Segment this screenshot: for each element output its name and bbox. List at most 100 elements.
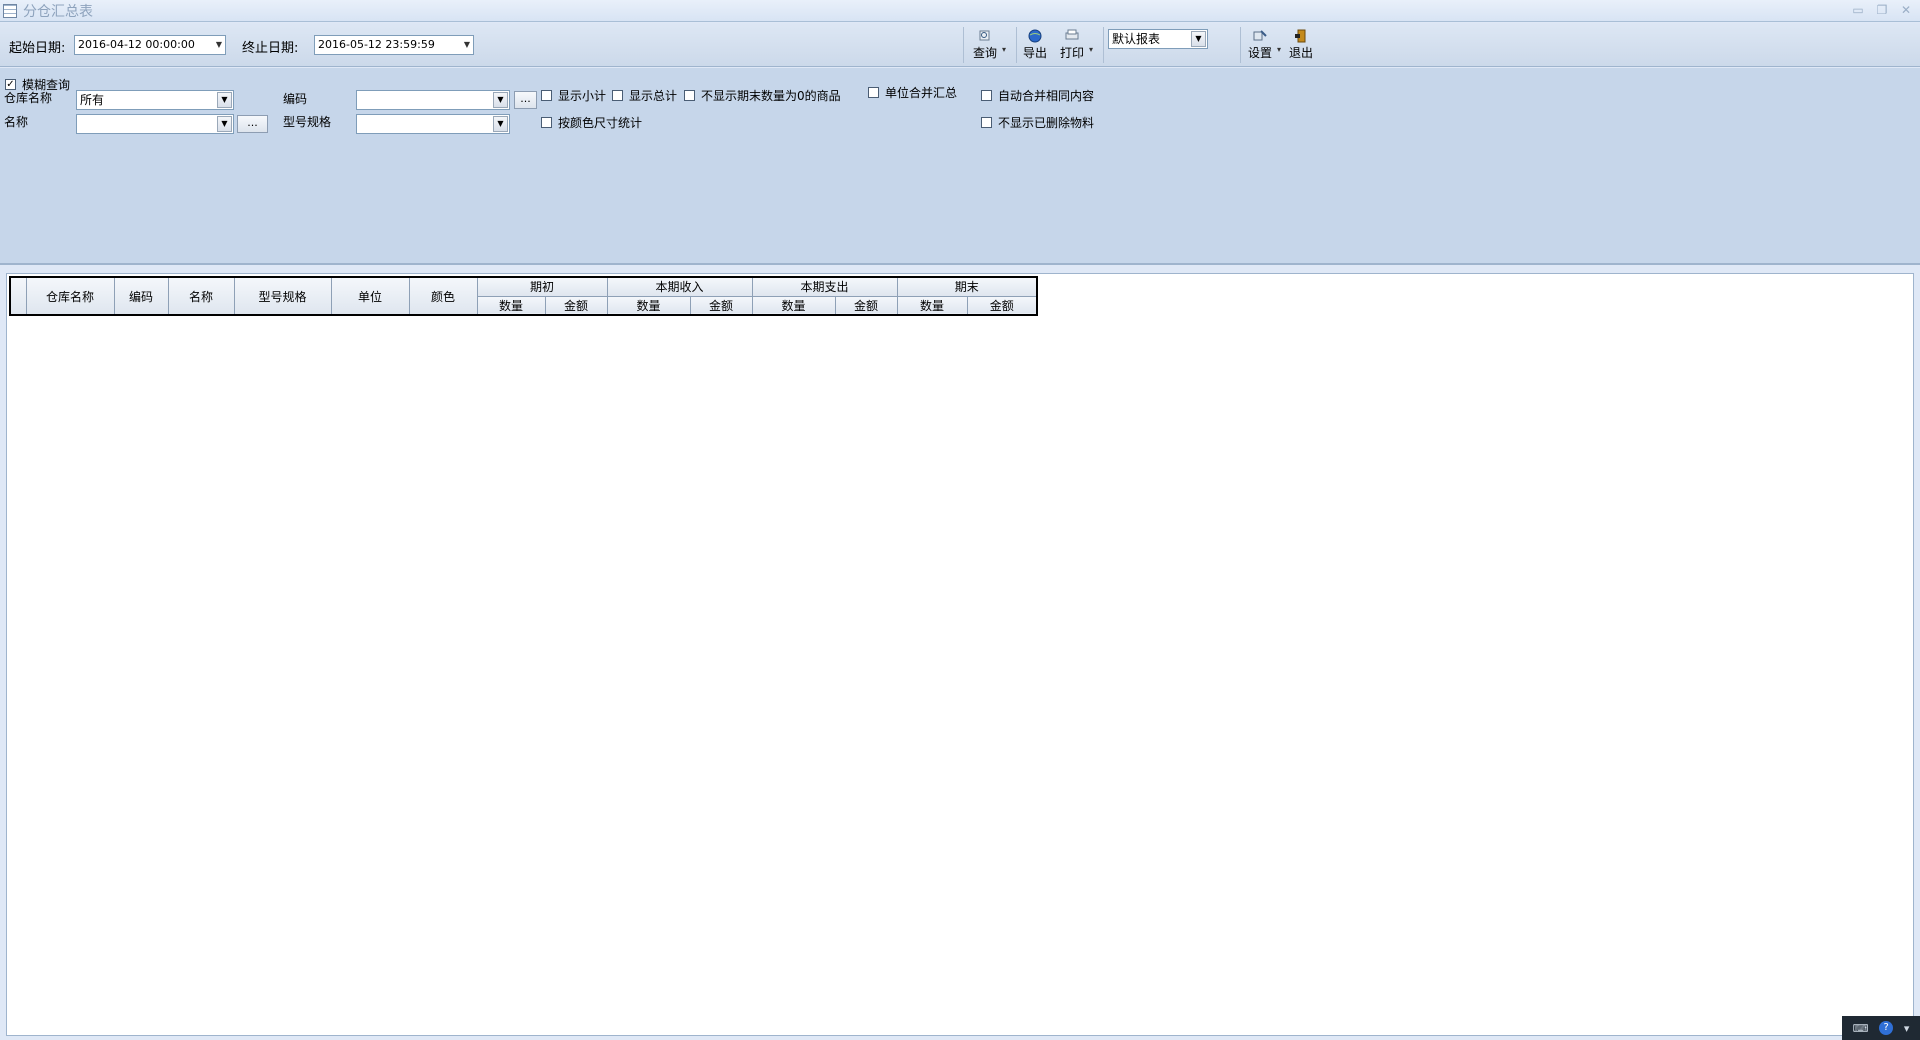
row-indicator-header[interactable] [9, 276, 27, 316]
hide-deleted-materials-checkbox[interactable]: 不显示已删除物料 [981, 114, 1094, 131]
chevron-down-icon[interactable]: ▼ [217, 116, 232, 132]
show-total-checkbox[interactable]: 显示总计 [612, 87, 677, 104]
minimize-icon[interactable]: ▭ [1850, 2, 1866, 18]
checkbox-icon[interactable] [541, 90, 552, 101]
toolbar-separator [963, 27, 964, 63]
show-subtotal-checkbox[interactable]: 显示小计 [541, 87, 606, 104]
query-button[interactable]: 查询 ▾ [968, 27, 1006, 63]
col-issues-qty[interactable]: 数量 [751, 295, 836, 316]
start-date-label: 起始日期: [9, 41, 66, 56]
chevron-down-icon[interactable]: ▾ [1277, 45, 1281, 54]
chevron-down-icon[interactable]: ▼ [464, 36, 470, 54]
group-opening[interactable]: 期初 [476, 276, 608, 297]
chevron-down-icon[interactable]: ▾ [1002, 45, 1006, 54]
chevron-down-icon[interactable]: ▼ [493, 116, 508, 132]
export-label: 导出 [1022, 46, 1047, 60]
start-date-value: 2016-04-12 00:00:00 [78, 38, 195, 51]
col-name[interactable]: 名称 [167, 276, 235, 316]
chevron-down-icon[interactable]: ▾ [1904, 1022, 1910, 1035]
window-controls: ▭ ❐ ✕ [1850, 2, 1914, 18]
model-combo[interactable]: ▼ [356, 114, 510, 134]
report-grid: 仓库名称 编码 名称 型号规格 单位 颜色 期初 本期收入 本期支出 期末 数量… [9, 276, 1038, 316]
auto-merge-same-label: 自动合并相同内容 [998, 89, 1095, 103]
hide-zero-end-qty-label: 不显示期末数量为0的商品 [701, 89, 841, 103]
auto-merge-same-checkbox[interactable]: 自动合并相同内容 [981, 87, 1094, 104]
col-receipts-qty[interactable]: 数量 [606, 295, 691, 316]
col-closing-qty[interactable]: 数量 [896, 295, 968, 316]
warehouse-value: 所有 [80, 93, 105, 107]
name-label: 名称 [4, 115, 29, 129]
col-opening-qty[interactable]: 数量 [476, 295, 546, 316]
checkbox-icon[interactable] [981, 90, 992, 101]
col-opening-amount[interactable]: 金额 [544, 295, 608, 316]
settings-icon [1253, 30, 1267, 41]
keyboard-icon[interactable]: ⌨ [1853, 1022, 1869, 1035]
close-icon[interactable]: ✕ [1898, 2, 1914, 18]
group-issues[interactable]: 本期支出 [751, 276, 898, 297]
by-color-size-label: 按颜色尺寸统计 [558, 116, 643, 130]
warehouse-combo[interactable]: 所有 ▼ [76, 90, 234, 110]
by-color-size-checkbox[interactable]: 按颜色尺寸统计 [541, 114, 642, 131]
warehouse-label: 仓库名称 [4, 91, 53, 105]
exit-label: 退出 [1288, 46, 1313, 60]
chevron-down-icon[interactable]: ▼ [1191, 31, 1206, 47]
code-browse-button[interactable]: ... [514, 91, 537, 109]
restore-icon[interactable]: ❐ [1874, 2, 1890, 18]
checkbox-icon[interactable] [868, 87, 879, 98]
toolbar-separator [1103, 27, 1104, 63]
checkbox-icon[interactable] [684, 90, 695, 101]
printer-icon [1065, 29, 1079, 40]
query-label: 查询 [972, 46, 997, 60]
globe-icon [1028, 29, 1042, 43]
chevron-down-icon[interactable]: ▼ [216, 36, 222, 54]
report-select[interactable]: 默认报表 ▼ [1108, 29, 1208, 49]
col-receipts-amount[interactable]: 金额 [689, 295, 753, 316]
chevron-down-icon[interactable]: ▼ [493, 92, 508, 108]
show-subtotal-label: 显示小计 [558, 89, 607, 103]
title-bar: 分仓汇总表 ▭ ❐ ✕ [0, 0, 1920, 22]
checkbox-icon[interactable] [541, 117, 552, 128]
end-date-picker[interactable]: 2016-05-12 23:59:59 ▼ [314, 35, 474, 55]
print-button[interactable]: 打印 ▾ [1055, 27, 1093, 63]
group-receipts[interactable]: 本期收入 [606, 276, 753, 297]
exit-door-icon [1295, 29, 1306, 43]
col-issues-amount[interactable]: 金额 [834, 295, 898, 316]
checkbox-icon[interactable] [981, 117, 992, 128]
col-model-spec[interactable]: 型号规格 [233, 276, 332, 316]
col-code[interactable]: 编码 [113, 276, 169, 316]
help-icon[interactable]: ? [1879, 1021, 1894, 1035]
checkbox-icon[interactable] [612, 90, 623, 101]
col-color[interactable]: 颜色 [408, 276, 478, 316]
model-label: 型号规格 [283, 115, 332, 129]
chevron-down-icon[interactable]: ▾ [1089, 45, 1093, 54]
toolbar-separator [1016, 27, 1017, 63]
table-icon [3, 3, 17, 18]
hide-deleted-materials-label: 不显示已删除物料 [998, 116, 1095, 130]
report-select-value: 默认报表 [1112, 32, 1161, 46]
toolbar-separator [1240, 27, 1241, 63]
print-label: 打印 [1059, 46, 1084, 60]
unit-merge-summary-checkbox[interactable]: 单位合并汇总 [868, 84, 957, 101]
code-label: 编码 [283, 92, 308, 106]
exit-button[interactable]: 退出 [1284, 27, 1318, 63]
group-closing[interactable]: 期末 [896, 276, 1038, 297]
window-title: 分仓汇总表 [23, 3, 93, 20]
name-combo[interactable]: ▼ [76, 114, 234, 134]
hide-zero-end-qty-checkbox[interactable]: 不显示期末数量为0的商品 [684, 87, 841, 104]
end-date-label: 终止日期: [242, 41, 299, 56]
name-browse-button[interactable]: ... [237, 115, 268, 133]
code-combo[interactable]: ▼ [356, 90, 510, 110]
settings-button[interactable]: 设置 ▾ [1243, 27, 1281, 63]
toolbar: 起始日期: 2016-04-12 00:00:00 ▼ 终止日期: 2016-0… [0, 23, 1920, 67]
chevron-down-icon[interactable]: ▼ [217, 92, 232, 108]
end-date-value: 2016-05-12 23:59:59 [318, 38, 435, 51]
col-warehouse-name[interactable]: 仓库名称 [25, 276, 115, 316]
export-button[interactable]: 导出 [1018, 27, 1052, 63]
start-date-picker[interactable]: 2016-04-12 00:00:00 ▼ [74, 35, 226, 55]
col-closing-amount[interactable]: 金额 [966, 295, 1038, 316]
status-tray: ⌨ ? ▾ [1842, 1016, 1920, 1040]
unit-merge-summary-label: 单位合并汇总 [885, 86, 958, 100]
filter-panel: ✓ 模糊查询 仓库名称 所有 ▼ 名称 ▼ ... 编码 ▼ ... 型号规格 … [0, 68, 1920, 265]
report-grid-area[interactable]: 仓库名称 编码 名称 型号规格 单位 颜色 期初 本期收入 本期支出 期末 数量… [6, 273, 1914, 1036]
col-unit[interactable]: 单位 [330, 276, 410, 316]
